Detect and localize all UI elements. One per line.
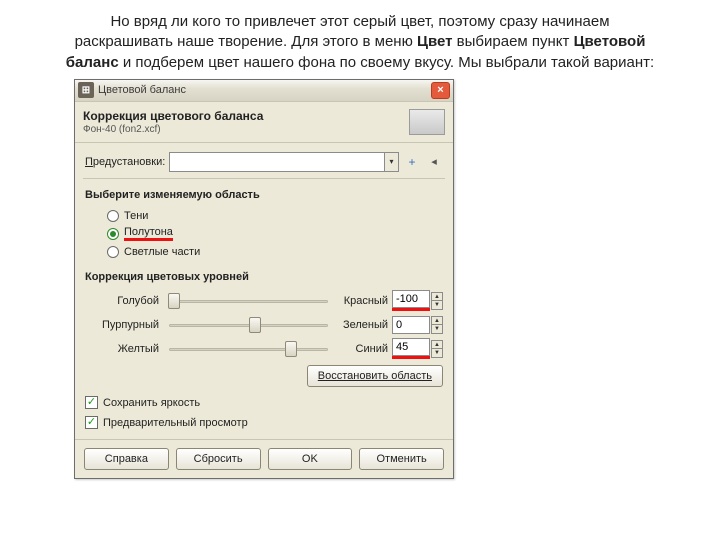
radio-highlights[interactable] bbox=[107, 246, 119, 258]
slider-track-0[interactable] bbox=[165, 295, 332, 307]
presets-dropdown[interactable]: ▾ bbox=[385, 152, 399, 172]
presets-row: Предустановки: ▾ + ◂ bbox=[85, 152, 443, 172]
checkbox-preserve-lum-label: Сохранить яркость bbox=[103, 397, 200, 409]
slider-yellow-blue: Желтый Синий ▲▼ bbox=[85, 337, 443, 361]
radio-shadows-label: Тени bbox=[124, 210, 148, 222]
checkbox-preview[interactable]: ✓ bbox=[85, 416, 98, 429]
levels-title: Коррекция цветовых уровней bbox=[85, 271, 443, 283]
presets-input[interactable] bbox=[169, 152, 385, 172]
slider-value-0[interactable] bbox=[392, 290, 430, 308]
slider-left-yellow: Желтый bbox=[85, 343, 165, 355]
slider-spin-1[interactable]: ▲▼ bbox=[431, 316, 443, 334]
slider-right-red: Красный bbox=[332, 295, 392, 307]
slider-thumb-2[interactable] bbox=[285, 341, 297, 357]
layer-thumbnail bbox=[409, 109, 445, 135]
slider-right-green: Зеленый bbox=[332, 319, 392, 331]
close-button[interactable]: × bbox=[431, 82, 450, 99]
slider-thumb-0[interactable] bbox=[168, 293, 180, 309]
caption-text: Но вряд ли кого то привлечет этот серый … bbox=[60, 12, 660, 73]
presets-label: Предустановки: bbox=[85, 156, 165, 168]
slider-thumb-1[interactable] bbox=[249, 317, 261, 333]
header-title: Коррекция цветового баланса bbox=[83, 109, 403, 123]
titlebar[interactable]: ⊞ Цветовой баланс × bbox=[75, 80, 453, 102]
slider-value-2[interactable] bbox=[392, 338, 430, 356]
checkbox-preserve-lum[interactable]: ✓ bbox=[85, 396, 98, 409]
add-preset-icon[interactable]: + bbox=[403, 153, 421, 171]
app-icon: ⊞ bbox=[78, 82, 94, 98]
slider-spin-2[interactable]: ▲▼ bbox=[431, 340, 443, 358]
range-title: Выберите изменяемую область bbox=[85, 189, 443, 201]
slider-track-2[interactable] bbox=[165, 343, 332, 355]
slider-left-magenta: Пурпурный bbox=[85, 319, 165, 331]
checkbox-preview-label: Предварительный просмотр bbox=[103, 417, 248, 429]
restore-button[interactable]: Восстановить область bbox=[307, 365, 443, 387]
ok-button[interactable]: OK bbox=[268, 448, 353, 470]
range-radio-group: Тени Полутона Светлые части bbox=[85, 207, 443, 261]
help-button[interactable]: Справка bbox=[84, 448, 169, 470]
radio-midtones[interactable] bbox=[107, 228, 119, 240]
slider-value-1[interactable] bbox=[392, 316, 430, 334]
window-title: Цветовой баланс bbox=[98, 84, 431, 96]
slider-left-cyan: Голубой bbox=[85, 295, 165, 307]
slider-right-blue: Синий bbox=[332, 343, 392, 355]
radio-midtones-label: Полутона bbox=[124, 226, 173, 241]
preset-menu-icon[interactable]: ◂ bbox=[425, 153, 443, 171]
slider-track-1[interactable] bbox=[165, 319, 332, 331]
slider-spin-0[interactable]: ▲▼ bbox=[431, 292, 443, 310]
dialog-footer: Справка Сбросить OK Отменить bbox=[75, 439, 453, 478]
cancel-button[interactable]: Отменить bbox=[359, 448, 444, 470]
radio-shadows[interactable] bbox=[107, 210, 119, 222]
slider-cyan-red: Голубой Красный ▲▼ bbox=[85, 289, 443, 313]
header: Коррекция цветового баланса Фон-40 (fon2… bbox=[75, 102, 453, 139]
reset-button[interactable]: Сбросить bbox=[176, 448, 261, 470]
header-subtitle: Фон-40 (fon2.xcf) bbox=[83, 124, 403, 135]
radio-highlights-label: Светлые части bbox=[124, 246, 200, 258]
slider-magenta-green: Пурпурный Зеленый ▲▼ bbox=[85, 313, 443, 337]
color-balance-dialog: ⊞ Цветовой баланс × Коррекция цветового … bbox=[74, 79, 454, 479]
